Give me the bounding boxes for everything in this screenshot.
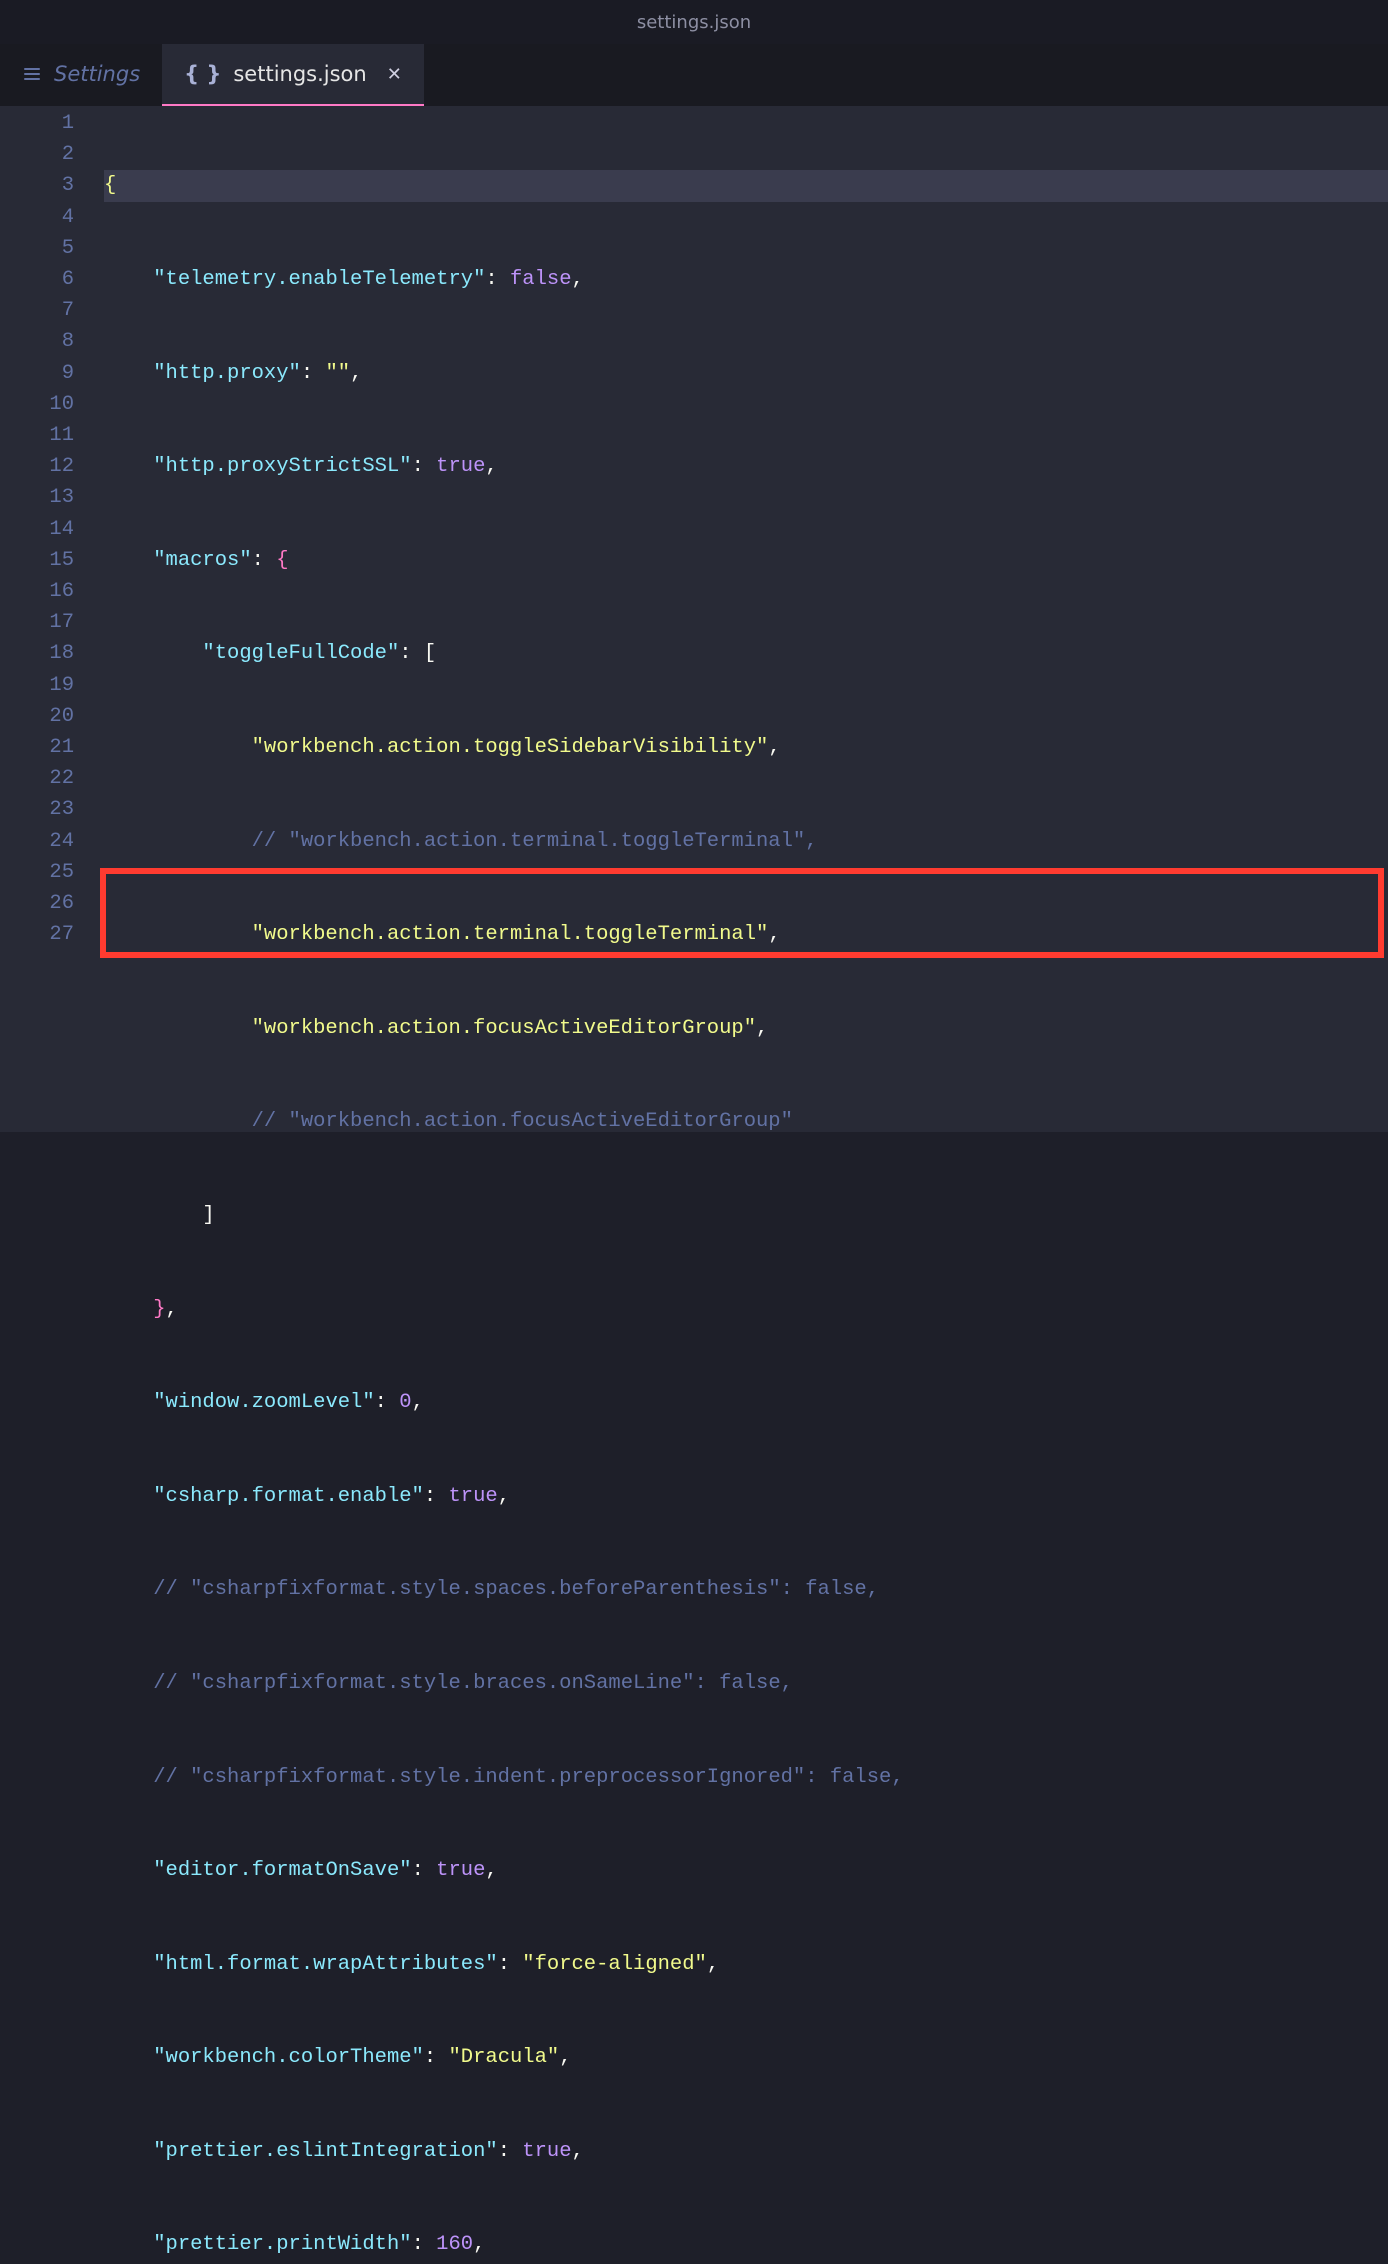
window-title: settings.json [637,12,751,33]
code-content[interactable]: { "telemetry.enableTelemetry": false, "h… [104,106,1388,1132]
line-number: 19 [0,670,104,701]
close-icon[interactable]: ✕ [387,64,402,85]
line-number: 8 [0,326,104,357]
tab-bar: Settings { } settings.json ✕ [0,44,1388,106]
window-titlebar: settings.json [0,0,1388,44]
line-number: 27 [0,919,104,950]
line-number: 16 [0,576,104,607]
line-number: 13 [0,482,104,513]
code-line: // "csharpfixformat.style.indent.preproc… [104,1762,1388,1793]
line-number: 14 [0,514,104,545]
code-line: }, [104,1294,1388,1325]
line-number: 3 [0,170,104,201]
line-number: 20 [0,701,104,732]
code-line: // "csharpfixformat.style.spaces.beforeP… [104,1574,1388,1605]
line-number: 17 [0,607,104,638]
line-number: 9 [0,358,104,389]
line-number: 6 [0,264,104,295]
code-editor[interactable]: 1234567891011121314151617181920212223242… [0,106,1388,1132]
line-number: 24 [0,826,104,857]
code-line: "csharp.format.enable": true, [104,1481,1388,1512]
code-line: "http.proxyStrictSSL": true, [104,451,1388,482]
braces-icon: { } [184,62,221,86]
line-number: 25 [0,857,104,888]
code-line: "window.zoomLevel": 0, [104,1387,1388,1418]
code-line: { [104,170,1388,201]
line-number: 4 [0,202,104,233]
code-line: "html.format.wrapAttributes": "force-ali… [104,1949,1388,1980]
code-line: "workbench.colorTheme": "Dracula", [104,2042,1388,2073]
line-number: 21 [0,732,104,763]
line-number: 22 [0,763,104,794]
code-line: ] [104,1200,1388,1231]
line-number: 2 [0,139,104,170]
menu-icon [22,64,42,84]
line-number-gutter: 1234567891011121314151617181920212223242… [0,106,104,1132]
code-line: // "workbench.action.terminal.toggleTerm… [104,826,1388,857]
code-line: "workbench.action.toggleSidebarVisibilit… [104,732,1388,763]
line-number: 10 [0,389,104,420]
line-number: 5 [0,233,104,264]
line-number: 11 [0,420,104,451]
code-line: "http.proxy": "", [104,358,1388,389]
line-number: 12 [0,451,104,482]
code-line: "telemetry.enableTelemetry": false, [104,264,1388,295]
line-number: 15 [0,545,104,576]
code-line: "workbench.action.terminal.toggleTermina… [104,919,1388,950]
code-line: // "workbench.action.focusActiveEditorGr… [104,1106,1388,1137]
code-line: "toggleFullCode": [ [104,638,1388,669]
line-number: 18 [0,638,104,669]
code-line: "workbench.action.focusActiveEditorGroup… [104,1013,1388,1044]
tab-settings-json[interactable]: { } settings.json ✕ [162,44,424,106]
code-line: "prettier.eslintIntegration": true, [104,2136,1388,2167]
code-line: "editor.formatOnSave": true, [104,1855,1388,1886]
line-number: 26 [0,888,104,919]
line-number: 1 [0,108,104,139]
tab-label: settings.json [233,62,366,86]
tab-settings[interactable]: Settings [0,44,162,106]
code-line: "macros": { [104,545,1388,576]
code-line: "prettier.printWidth": 160, [104,2229,1388,2260]
tab-label: Settings [54,62,140,86]
line-number: 7 [0,295,104,326]
line-number: 23 [0,794,104,825]
code-line: // "csharpfixformat.style.braces.onSameL… [104,1668,1388,1699]
